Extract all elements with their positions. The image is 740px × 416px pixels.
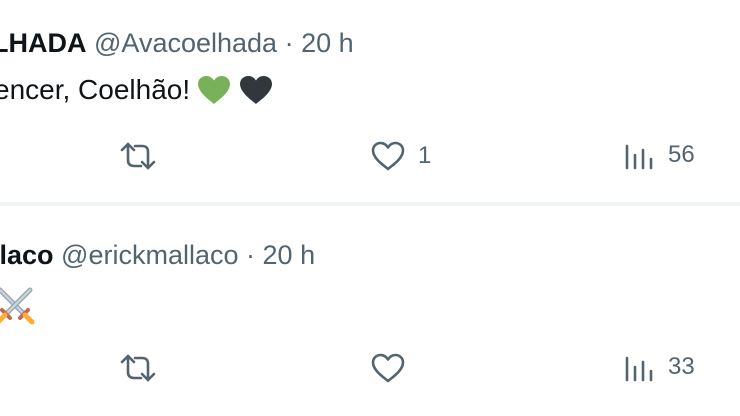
- views-count: 33: [668, 353, 695, 380]
- tweet-timestamp[interactable]: 20 h: [263, 240, 316, 270]
- views-button[interactable]: 33: [622, 352, 695, 382]
- tweet[interactable]: llaco @erickmallaco · 20 h: [0, 206, 740, 416]
- retweet-icon: [120, 142, 156, 170]
- timeline: LHADA @Avacoelhada · 20 h encer, Coelhão…: [0, 0, 740, 416]
- tweet-header: LHADA @Avacoelhada · 20 h: [0, 26, 354, 60]
- retweet-button[interactable]: [118, 352, 170, 384]
- views-count: 56: [668, 141, 695, 168]
- tweet-timestamp[interactable]: 20 h: [301, 28, 354, 58]
- heart-icon: [371, 141, 405, 171]
- tweet[interactable]: LHADA @Avacoelhada · 20 h encer, Coelhão…: [0, 0, 740, 204]
- like-count: 1: [418, 142, 432, 169]
- author-handle[interactable]: @Avacoelhada: [94, 28, 277, 58]
- views-icon: [625, 144, 653, 170]
- views-button[interactable]: 56: [622, 140, 695, 170]
- header-separator: ·: [246, 240, 256, 270]
- heart-icon: [371, 353, 405, 383]
- header-separator: ·: [284, 28, 294, 58]
- green-heart-icon: [196, 74, 232, 106]
- retweet-icon: [120, 354, 156, 382]
- tweet-text-content: encer, Coelhão!: [0, 74, 191, 105]
- views-icon: [625, 356, 653, 382]
- like-button[interactable]: [370, 352, 418, 384]
- tweet-text: [0, 286, 36, 326]
- tweet-header: llaco @erickmallaco · 20 h: [0, 238, 315, 272]
- retweet-button[interactable]: [118, 140, 170, 172]
- author-display-name[interactable]: LHADA: [0, 28, 87, 58]
- tweet-text: encer, Coelhão!: [0, 72, 274, 108]
- author-handle[interactable]: @erickmallaco: [61, 240, 238, 270]
- black-heart-icon: [238, 74, 274, 106]
- author-display-name[interactable]: llaco: [0, 240, 54, 270]
- like-button[interactable]: 1: [370, 140, 431, 172]
- crossed-swords-icon: [0, 286, 36, 326]
